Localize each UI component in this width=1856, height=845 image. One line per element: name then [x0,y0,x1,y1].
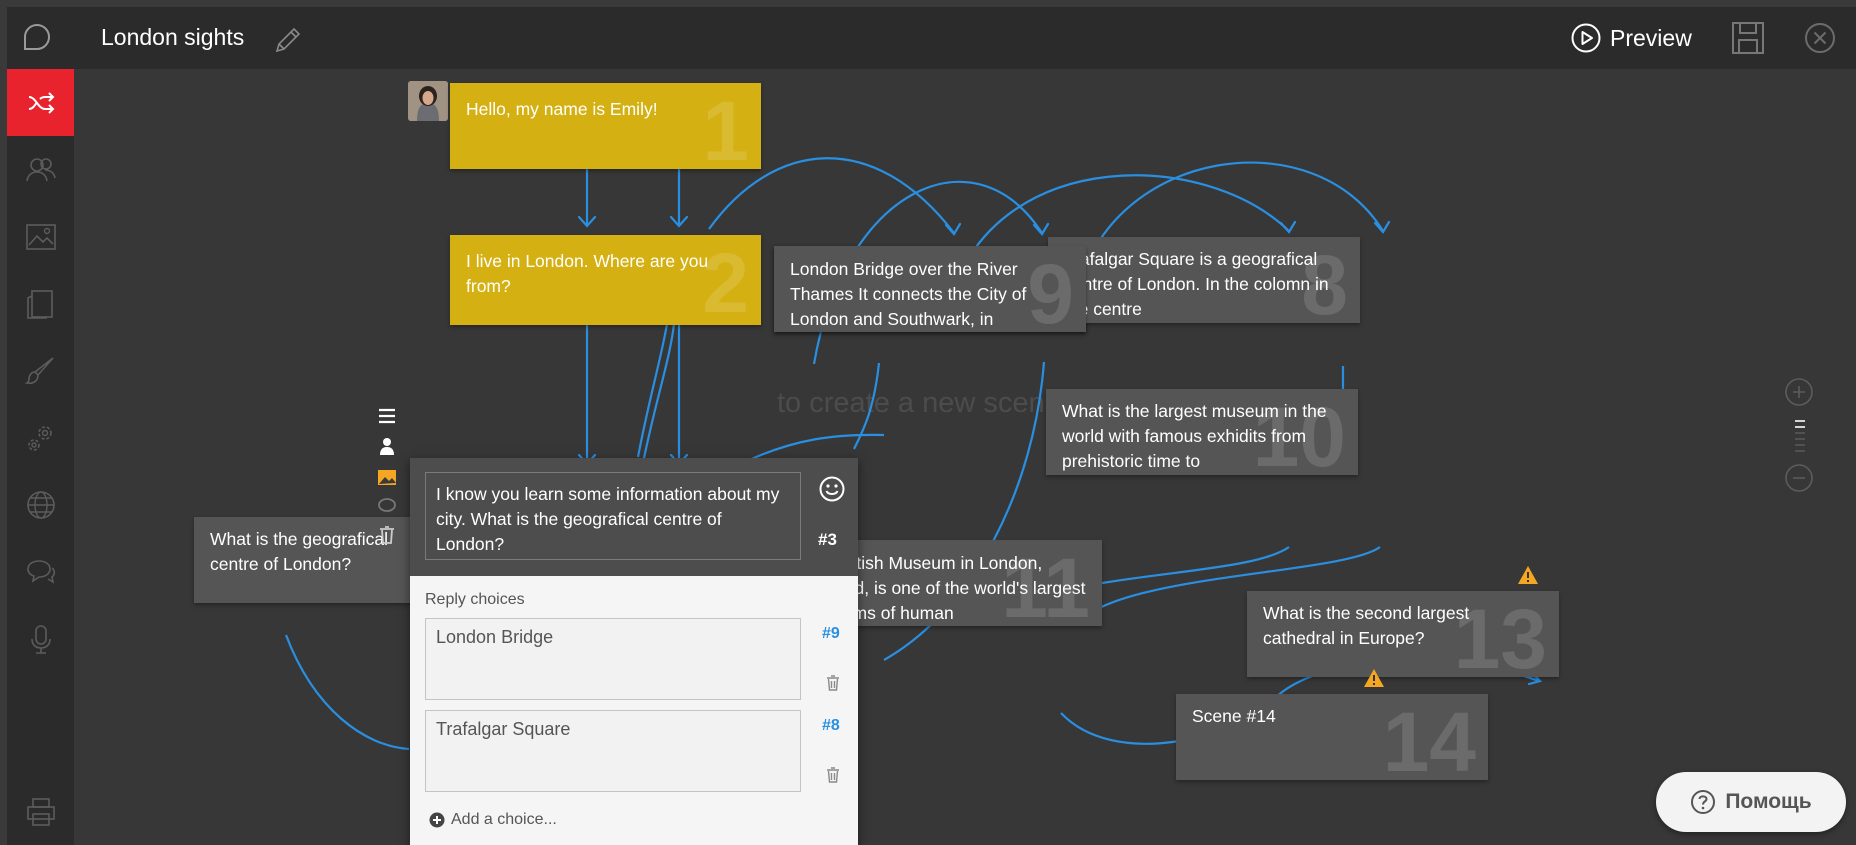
warning-icon[interactable] [1517,565,1539,585]
trash-icon[interactable] [376,524,398,546]
scene-card-10[interactable]: 10 What is the largest museum in the wor… [1046,389,1358,475]
sidebar-item-design[interactable] [7,337,74,404]
brush-icon [24,356,54,384]
help-label: Помощь [1725,790,1812,813]
scene-text-field[interactable]: I know you learn some information about … [425,472,801,560]
choice-target-link[interactable]: #9 [822,625,840,643]
help-button[interactable]: Помощь [1656,772,1846,832]
top-bar: London sights Preview [7,7,1856,69]
sidebar-item-shuffle[interactable] [7,69,74,136]
scene-number: 14 [1382,695,1476,780]
scene-editor: I know you learn some information about … [410,458,858,845]
reply-choices-panel: Reply choices London Bridge #9 Trafalgar… [410,576,858,845]
globe-icon [26,490,55,519]
scene-card-14[interactable]: 14 Scene #14 [1176,694,1488,780]
scene-card-9-overlay: 9 London Bridge over the River Thames It… [774,246,1086,332]
zoom-in-icon[interactable] [1784,377,1814,407]
character-icon[interactable] [376,435,398,457]
app-window: London sights Preview to create a new sc… [7,7,1856,845]
image-icon [25,223,56,250]
edit-title-pencil-icon[interactable] [271,23,305,57]
scene-connectors [284,157,1543,751]
reply-choice-input[interactable]: London Bridge [425,618,801,700]
scene-card-2[interactable]: 2 I live in London. Where are you from? [450,235,761,325]
dialog-icon[interactable] [376,495,398,517]
editor-header: I know you learn some information about … [410,458,858,576]
scene-card-1[interactable]: 1 Hello, my name is Emily! [450,83,761,169]
preview-label: Preview [1610,24,1692,51]
microphone-icon [30,624,51,654]
play-circle-icon [1571,23,1601,53]
emily-avatar-image [408,81,448,121]
sidebar-item-settings[interactable] [7,404,74,471]
cards-icon [26,289,53,319]
save-icon[interactable] [1729,19,1767,57]
trash-icon[interactable] [825,674,841,692]
scene-text: Hello, my name is Emily! [466,99,658,119]
close-icon[interactable] [1802,20,1838,56]
character-avatar[interactable] [408,81,448,121]
sidebar-item-dialogs[interactable] [7,538,74,605]
sidebar [7,69,74,845]
scene-card-question[interactable]: What is the geografical centre of London… [194,517,434,603]
zoom-out-icon[interactable] [1784,463,1814,493]
scene-card-13[interactable]: 13 What is the second largest cathedral … [1247,591,1559,677]
scene-id: #3 [818,530,837,549]
sidebar-item-voice[interactable] [7,605,74,672]
logo-icon[interactable] [19,19,55,55]
scene-text: Trafalgar Square is a geografical centre… [1064,249,1329,319]
question-circle-icon [1691,790,1716,814]
scene-card-8[interactable]: 8 Trafalgar Square is a geografical cent… [1048,237,1360,323]
scene-text: What is the geografical centre of London… [210,529,389,574]
gears-icon [27,425,52,451]
scene-number: 2 [702,236,749,325]
background-image-icon[interactable] [376,466,398,488]
choice-target-link[interactable]: #8 [822,717,840,735]
scene-text: London Bridge over the River Thames It c… [790,259,1027,329]
trash-icon[interactable] [825,766,841,784]
zoom-slider[interactable] [1794,419,1806,453]
menu-icon[interactable] [376,405,398,427]
reply-choice-input[interactable]: Trafalgar Square [425,710,801,792]
reply-choices-label: Reply choices [425,591,525,608]
scene-canvas[interactable]: to create a new scene 1 Hello, my name i… [74,69,1856,845]
characters-icon [25,157,56,181]
sidebar-item-languages[interactable] [7,471,74,538]
add-choice-button[interactable]: Add a choice... [429,811,557,829]
scene-text: Scene #14 [1192,706,1276,726]
scene-text: What is the second largest cathedral in … [1263,603,1470,648]
sidebar-item-cards[interactable] [7,270,74,337]
scene-number: 9 [1027,247,1074,332]
shuffle-icon [28,91,54,114]
emotion-smiley-icon[interactable] [817,474,847,504]
sidebar-item-print[interactable] [7,778,74,845]
plus-circle-icon [429,812,445,828]
project-title: London sights [101,24,245,50]
warning-icon[interactable] [1363,668,1385,688]
scene-text: I live in London. Where are you from? [466,251,709,296]
sidebar-item-images[interactable] [7,203,74,270]
add-choice-label: Add a choice... [451,811,557,828]
print-icon [26,797,55,826]
preview-button[interactable]: Preview [1570,19,1692,57]
sidebar-item-characters[interactable] [7,136,74,203]
scene-number: 1 [702,84,749,169]
chat-bubbles-icon [26,559,55,584]
